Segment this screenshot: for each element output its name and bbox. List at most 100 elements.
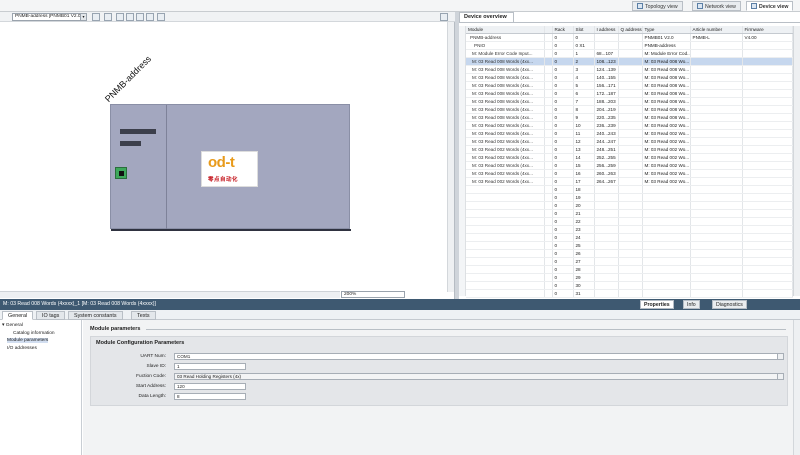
table-row[interactable]: M: 03 Read 008 Words (4xx... 0 8 204...219 M… <box>466 105 793 115</box>
slave-id-field[interactable]: 1 <box>174 363 246 370</box>
table-row[interactable]: PNMB-address 0 0 PNMB01 V2.0 PNMB-L V4.00 <box>466 33 793 43</box>
table-row[interactable]: M: 03 Read 008 Words (4xx... 0 7 188...203 M… <box>466 97 793 107</box>
column-header[interactable] <box>544 26 553 35</box>
grid-tool-icon[interactable] <box>136 13 144 21</box>
table-tool-icon[interactable] <box>104 13 112 21</box>
table-cell <box>642 249 691 259</box>
table-cell <box>742 145 793 155</box>
tab-diagnostics[interactable]: Diagnostics <box>712 300 747 309</box>
table-row[interactable]: 0 30 <box>466 281 793 291</box>
column-header[interactable]: Type <box>642 26 691 35</box>
table-row[interactable]: 0 23 <box>466 225 793 235</box>
device-select[interactable]: PNMB-address [PNMB01 V2.0] ▾ <box>12 13 87 21</box>
start-address-field[interactable]: 120 <box>174 383 246 390</box>
tab-system-constants[interactable]: System constants <box>68 311 123 320</box>
ethernet-port-icon[interactable] <box>115 167 127 179</box>
table-row[interactable]: M: 03 Read 008 Words (4xx... 0 6 172...187 M… <box>466 89 793 99</box>
nav-general[interactable]: ▾ General <box>2 323 23 328</box>
table-row[interactable]: M: 03 Read 002 Words (4xx... 0 14 252...255… <box>466 153 793 163</box>
zoom-in-icon[interactable] <box>146 13 154 21</box>
nav-module-parameters[interactable]: Module parameters <box>7 338 49 343</box>
properties-vertical-scrollbar[interactable] <box>793 320 800 455</box>
table-cell: 0 <box>573 33 595 43</box>
table-row[interactable]: 0 18 <box>466 185 793 195</box>
table-row[interactable]: 0 21 <box>466 209 793 219</box>
properties-tool-icon[interactable] <box>92 13 100 21</box>
table-cell <box>742 49 793 59</box>
column-header[interactable]: Firmware <box>742 26 793 35</box>
zoom-select[interactable]: 200% <box>341 291 405 298</box>
table-cell <box>742 249 793 259</box>
device-rack-graphic[interactable]: od-t 零点自动化 <box>110 104 351 231</box>
tab-network-view[interactable]: Network view <box>692 1 741 11</box>
table-row[interactable]: M: 03 Read 002 Words (4xx... 0 17 264...267… <box>466 177 793 187</box>
table-cell <box>690 81 743 91</box>
table-row[interactable]: M: 03 Read 008 Words (4xx... 0 9 220...235 M… <box>466 113 793 123</box>
table-row[interactable]: M: 03 Read 002 Words (4xx... 0 13 248...251… <box>466 145 793 155</box>
table-row[interactable]: M: 03 Read 008 Words (4xx... 0 4 140...155 M… <box>466 73 793 83</box>
panel-options-icon[interactable] <box>440 13 448 21</box>
tab-info[interactable]: Info <box>683 300 700 309</box>
table-cell <box>618 185 643 195</box>
tag-tool-icon[interactable] <box>116 13 124 21</box>
column-header[interactable]: Article number <box>690 26 743 35</box>
table-row[interactable]: M: 03 Read 002 Words (4xx... 0 15 256...259… <box>466 161 793 171</box>
column-header[interactable]: Q address <box>618 26 643 35</box>
table-cell <box>618 153 643 163</box>
uart-num-select[interactable]: COM1 <box>174 353 784 360</box>
table-row[interactable]: 0 20 <box>466 201 793 211</box>
table-row[interactable]: 0 22 <box>466 217 793 227</box>
table-cell: 0 <box>552 217 574 227</box>
data-length-field[interactable]: 8 <box>174 393 246 400</box>
function-code-select[interactable]: 03 Read Holding Registers (4x) <box>174 373 784 380</box>
table-row[interactable]: M: 03 Read 008 Words (4xx... 0 3 124...139 M… <box>466 65 793 75</box>
table-row[interactable]: 0 28 <box>466 265 793 275</box>
table-cell <box>742 89 793 99</box>
column-header[interactable]: I address <box>594 26 619 35</box>
table-row[interactable]: 0 19 <box>466 193 793 203</box>
table-row[interactable]: M: 03 Read 002 Words (4xx... 0 12 244...247… <box>466 137 793 147</box>
table-cell: 29 <box>573 273 595 283</box>
graphic-horizontal-scrollbar[interactable] <box>0 291 340 298</box>
table-cell: 248...251 <box>594 145 619 155</box>
table-cell <box>618 257 643 267</box>
nav-catalog-information[interactable]: Catalog information <box>13 331 55 336</box>
tab-properties[interactable]: Properties <box>640 300 674 309</box>
list-tool-icon[interactable] <box>126 13 134 21</box>
tab-topology-view[interactable]: Topology view <box>632 1 683 11</box>
table-row[interactable]: M: 03 Read 002 Words (4xx... 0 16 260...263… <box>466 169 793 179</box>
table-row[interactable]: 0 24 <box>466 233 793 243</box>
table-row[interactable]: M: 03 Read 002 Words (4xx... 0 10 236...239… <box>466 121 793 131</box>
column-header[interactable]: Rack <box>552 26 574 35</box>
table-cell: 28 <box>573 265 595 275</box>
table-row[interactable]: 0 29 <box>466 273 793 283</box>
column-header[interactable]: Module <box>466 26 545 35</box>
overview-vertical-scrollbar[interactable] <box>793 26 800 296</box>
table-row[interactable]: M: 03 Read 008 Words (4xx... 0 5 156...171 M… <box>466 81 793 91</box>
table-cell <box>544 185 553 195</box>
table-cell <box>642 225 691 235</box>
table-cell: 1 <box>573 49 595 59</box>
table-row[interactable]: M: 03 Read 008 Words (4xx... 0 2 108...123 M… <box>466 57 793 67</box>
tab-texts[interactable]: Texts <box>131 311 156 320</box>
table-row[interactable]: M: 03 Read 002 Words (4xx... 0 11 240...243… <box>466 129 793 139</box>
nav-io-addresses[interactable]: I/O addresses <box>7 346 37 351</box>
table-row[interactable]: M: Module Error Code Input... 0 1 68...107 M… <box>466 49 793 59</box>
overview-tool-icon[interactable] <box>157 13 165 21</box>
table-row[interactable]: 0 27 <box>466 257 793 267</box>
table-row[interactable]: PNIO 0 0 X1 PNMB-address <box>466 41 793 51</box>
table-row[interactable]: 0 31 <box>466 289 793 299</box>
table-cell: M: 03 Read 002 Words (4xx... <box>466 169 545 179</box>
table-cell <box>594 225 619 235</box>
tab-general[interactable]: General <box>2 311 34 320</box>
start-address-value: 120 <box>177 384 185 389</box>
column-header[interactable]: Slot <box>573 26 595 35</box>
table-cell: M: 03 Read 008 Wo... <box>642 73 691 83</box>
table-cell <box>594 193 619 203</box>
table-row[interactable]: 0 25 <box>466 241 793 251</box>
tab-device-overview[interactable]: Device overview <box>459 12 514 22</box>
tab-io-tags[interactable]: IO tags <box>36 311 66 320</box>
table-row[interactable]: 0 26 <box>466 249 793 259</box>
tab-device-view[interactable]: Device view <box>746 1 794 11</box>
graphic-vertical-scrollbar[interactable] <box>447 22 454 292</box>
